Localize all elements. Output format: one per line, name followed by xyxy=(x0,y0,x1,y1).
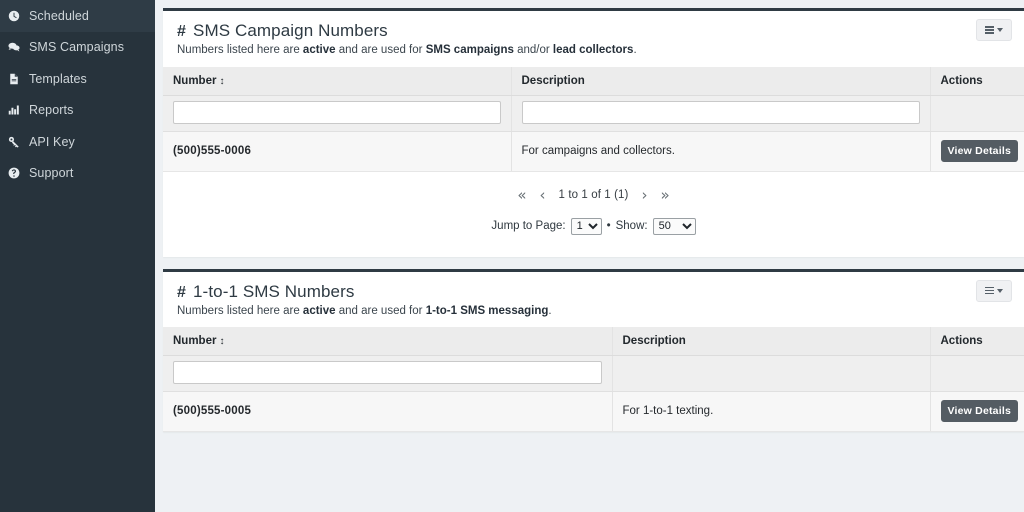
show-label: Show: xyxy=(615,220,648,233)
filter-cell-empty xyxy=(929,355,1024,393)
cell-number: (500)555-0005 xyxy=(163,391,612,433)
chevron-down-icon xyxy=(997,28,1003,32)
filter-input-number[interactable] xyxy=(173,100,501,124)
sidebar-item-templates[interactable]: Templates xyxy=(0,63,155,95)
table-row: (500)555-0005 For 1-to-1 texting. View Det… xyxy=(163,391,1024,433)
hash-icon: # xyxy=(177,283,186,301)
chart-bar-icon xyxy=(8,104,25,116)
first-page-button[interactable]: « xyxy=(517,187,526,203)
filter-input-number[interactable] xyxy=(173,361,602,385)
sidebar-item-support[interactable]: Support xyxy=(0,158,155,190)
column-header-number[interactable]: Number ↕ xyxy=(163,66,511,96)
panel-menu-button[interactable] xyxy=(976,279,1012,302)
sidebar-item-label: Templates xyxy=(29,71,87,86)
filter-cell xyxy=(163,355,612,393)
sort-updown-icon[interactable]: ↕ xyxy=(219,337,224,347)
last-page-button[interactable]: » xyxy=(660,187,669,203)
table-header-row: Number ↕ Description Actions xyxy=(163,66,1024,96)
column-header-label: Description xyxy=(622,335,686,348)
sidebar-item-label: Support xyxy=(29,166,74,181)
page-title: # SMS Campaign Numbers xyxy=(177,21,1010,41)
numbers-table: Number ↕ Description Actions (500)555-0006 Fo… xyxy=(163,66,1024,172)
page-title: #1-to-1 SMS Numbers xyxy=(177,282,1010,302)
filter-cell xyxy=(163,95,511,132)
cell-description: For 1-to-1 texting. xyxy=(611,391,930,433)
filter-row xyxy=(163,355,1024,393)
cell-actions: View Details xyxy=(929,391,1024,433)
pagination-options: Jump to Page: 1 • Show: 102550100 xyxy=(163,217,1024,235)
panel-subtitle: Numbers listed here are active and are u… xyxy=(177,304,552,317)
column-header-label: Description xyxy=(521,74,585,87)
pagination: « ‹ 1 to 1 of 1 (1) › » Jump to Page: 1 • Show: 1… xyxy=(163,171,1024,257)
pagination-separator: • xyxy=(606,220,611,233)
main-content: # SMS Campaign Numbers Numbers listed here… xyxy=(155,0,1024,512)
sidebar-item-api-key[interactable]: API Key xyxy=(0,126,155,158)
column-header-label: Actions xyxy=(940,74,983,87)
column-header-actions: Actions xyxy=(929,327,1024,357)
panel-sms-campaign-numbers: # SMS Campaign Numbers Numbers listed here… xyxy=(163,8,1024,257)
panel-title-text: 1-to-1 SMS Numbers xyxy=(193,281,355,301)
sidebar-item-reports[interactable]: Reports xyxy=(0,95,155,127)
cell-description: For campaigns and collectors. xyxy=(510,131,930,172)
cell-actions: View Details xyxy=(929,131,1024,172)
pagination-controls: « ‹ 1 to 1 of 1 (1) › » xyxy=(163,187,1024,203)
file-icon xyxy=(8,73,25,85)
hamburger-icon xyxy=(985,26,994,34)
filter-row xyxy=(163,95,1024,132)
chevron-down-icon xyxy=(997,288,1003,293)
prev-page-button[interactable]: ‹ xyxy=(540,187,546,203)
view-details-button[interactable]: View Details xyxy=(940,400,1018,423)
column-header-actions: Actions xyxy=(929,66,1024,96)
sidebar-item-label: Scheduled xyxy=(29,8,89,23)
column-header-description: Description xyxy=(611,327,930,357)
key-icon xyxy=(8,136,25,148)
question-circle-icon xyxy=(8,167,25,179)
filter-input-description[interactable] xyxy=(521,100,920,124)
sidebar: Scheduled SMS Campaigns Templates Reports AP… xyxy=(0,0,155,512)
hash-icon: # xyxy=(177,23,186,40)
sidebar-item-sms-campaigns[interactable]: SMS Campaigns xyxy=(0,32,155,64)
panel-header: #1-to-1 SMS Numbers Numbers listed here a… xyxy=(163,272,1024,328)
column-header-label: Number xyxy=(173,335,217,348)
jump-to-page-select[interactable]: 1 xyxy=(570,217,602,235)
numbers-table: Number ↕ Description Actions (500)555-0005 Fo… xyxy=(163,327,1024,433)
filter-cell xyxy=(510,95,930,132)
cell-number: (500)555-0006 xyxy=(163,131,511,172)
show-count-select[interactable]: 102550100 xyxy=(652,217,696,235)
panel-title-text: SMS Campaign Numbers xyxy=(193,21,388,40)
sidebar-item-scheduled[interactable]: Scheduled xyxy=(0,0,155,32)
filter-cell-empty xyxy=(929,95,1024,132)
sort-updown-icon[interactable]: ↕ xyxy=(219,76,224,87)
sidebar-item-label: API Key xyxy=(29,134,75,149)
next-page-button[interactable]: › xyxy=(641,187,647,203)
hamburger-icon xyxy=(985,286,994,295)
table-row: (500)555-0006 For campaigns and collector… xyxy=(163,131,1024,172)
column-header-description: Description xyxy=(510,66,930,96)
app-root: Scheduled SMS Campaigns Templates Reports AP… xyxy=(0,0,1024,512)
table-header-row: Number ↕ Description Actions xyxy=(163,327,1024,357)
pagination-summary: 1 to 1 of 1 (1) xyxy=(558,189,629,202)
comments-icon xyxy=(8,41,25,53)
panel-one-to-one-sms-numbers: #1-to-1 SMS Numbers Numbers listed here a… xyxy=(163,268,1024,433)
column-header-label: Actions xyxy=(940,335,983,348)
panel-header: # SMS Campaign Numbers Numbers listed here… xyxy=(163,11,1024,67)
clock-icon xyxy=(8,10,25,22)
column-header-number[interactable]: Number ↕ xyxy=(163,327,612,357)
jump-to-page-label: Jump to Page: xyxy=(491,220,566,233)
sidebar-item-label: Reports xyxy=(29,103,74,118)
column-header-label: Number xyxy=(173,74,217,87)
view-details-button[interactable]: View Details xyxy=(940,139,1018,162)
sidebar-item-label: SMS Campaigns xyxy=(29,40,125,55)
filter-cell-empty xyxy=(611,355,930,393)
panel-subtitle: Numbers listed here are active and are u… xyxy=(177,44,637,56)
panel-menu-button[interactable] xyxy=(976,19,1012,41)
